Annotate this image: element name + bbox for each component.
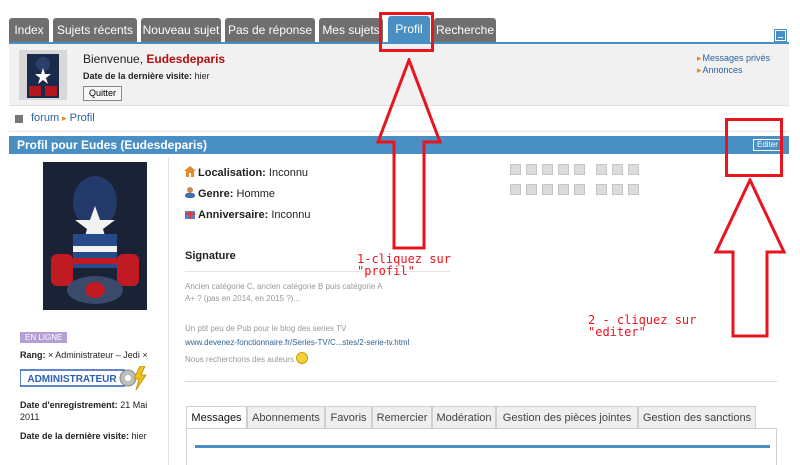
tab-panel-bar — [195, 445, 770, 448]
user-icon — [185, 187, 195, 198]
gender-value: Homme — [236, 188, 276, 200]
tab-moderation[interactable]: Modération — [432, 406, 496, 428]
tab-favorites[interactable]: Favoris — [325, 406, 372, 428]
contact-icon-4[interactable] — [558, 164, 569, 175]
gender-row: Genre: Homme — [184, 184, 311, 205]
contact-icon-10[interactable] — [526, 184, 537, 195]
signature-title: Signature — [185, 250, 236, 262]
sidebar-last-visit-value: hier — [131, 431, 147, 441]
contact-icon-7[interactable] — [612, 164, 623, 175]
signature-line-2: A+ ? (pas en 2014, en 2015 ?)... — [185, 294, 300, 303]
welcome-username[interactable]: Eudesdeparis — [146, 52, 225, 66]
announcements-link[interactable]: Annonces — [697, 64, 770, 76]
welcome-greeting: Bienvenue, Eudesdeparis — [83, 52, 225, 66]
sidebar-last-visit-label: Date de la dernière visite: — [20, 431, 130, 441]
birthday-label: Anniversaire: — [198, 209, 269, 221]
signature-line-1: Ancien catégorie C, ancien catégorie B p… — [185, 282, 383, 291]
annotation-step2: 2 - cliquez sur "editer" — [588, 313, 697, 339]
user-avatar[interactable] — [19, 50, 67, 100]
contact-icon-1[interactable] — [510, 164, 521, 175]
tab-my-topics[interactable]: Mes sujets — [319, 18, 383, 42]
contact-icon-6[interactable] — [596, 164, 607, 175]
rank-value: × Administrateur – Jedi × — [48, 350, 148, 360]
profile-avatar — [43, 162, 147, 310]
annotation-step1: 1-cliquez sur "profil" — [357, 252, 451, 278]
tab-thank[interactable]: Remercier — [372, 406, 432, 428]
contact-icon-8[interactable] — [628, 164, 639, 175]
profile-sidebar: EN LIGNE Rang: × Administrateur – Jedi ×… — [14, 158, 169, 465]
tab-search[interactable]: Recherche — [434, 18, 496, 42]
rank-label: Rang: — [20, 350, 46, 360]
gift-icon — [185, 211, 195, 219]
tab-unanswered[interactable]: Pas de réponse — [225, 18, 315, 42]
annotation-arrow-up-icon — [375, 58, 443, 250]
annotation-box-profil — [379, 12, 434, 52]
last-visit-label: Date de la dernière visite: — [83, 71, 193, 81]
contact-icon-13[interactable] — [574, 184, 585, 195]
tab-index[interactable]: Index — [9, 18, 49, 42]
tab-recent-topics[interactable]: Sujets récents — [53, 18, 137, 42]
tab-new-topic[interactable]: Nouveau sujet — [141, 18, 221, 42]
tab-attachments[interactable]: Gestion des pièces jointes — [496, 406, 638, 428]
tab-sanctions[interactable]: Gestion des sanctions — [638, 406, 756, 428]
contact-icon-2[interactable] — [526, 164, 537, 175]
contact-icon-14[interactable] — [596, 184, 607, 195]
sidebar-last-visit: Date de la dernière visite: hier — [20, 431, 147, 441]
breadcrumb-icon — [15, 115, 23, 123]
private-messages-link[interactable]: Messages privés — [697, 52, 771, 64]
contact-icon-9[interactable] — [510, 184, 521, 195]
breadcrumb-forum[interactable]: forum — [31, 112, 59, 124]
welcome-last-visit: Date de la dernière visite: hier — [83, 71, 210, 81]
profile-title: Profil pour Eudes (Eudesdeparis) — [17, 138, 208, 152]
breadcrumb-arrow-icon: ▸ — [62, 113, 67, 123]
content-divider — [185, 381, 777, 382]
quit-button[interactable]: Quitter — [83, 86, 123, 101]
breadcrumb-trail: forum ▸ Profil — [31, 112, 95, 124]
location-value: Inconnu — [268, 167, 309, 179]
reg-label: Date d'enregistrement: — [20, 400, 118, 410]
breadcrumb-profile[interactable]: Profil — [70, 112, 95, 124]
location-row: Localisation: Inconnu — [184, 163, 311, 184]
tab-panel — [186, 428, 777, 465]
registration-date: Date d'enregistrement: 21 Mai 2011 — [20, 399, 165, 423]
contact-icon-15[interactable] — [612, 184, 623, 195]
signature-line-3: Un ptit peu de Pub pour le blog des seri… — [185, 324, 347, 333]
contact-icon-16[interactable] — [628, 184, 639, 195]
contact-icon-5[interactable] — [574, 164, 585, 175]
tab-subscriptions[interactable]: Abonnements — [247, 406, 325, 428]
contact-icon-3[interactable] — [542, 164, 553, 175]
collapse-icon[interactable] — [774, 29, 787, 42]
rank-badge-text: ADMINISTRATEUR — [27, 374, 117, 385]
contact-icon-11[interactable] — [542, 184, 553, 195]
rank-badge-image: ADMINISTRATEUR — [20, 366, 147, 390]
online-badge: EN LIGNE — [20, 332, 68, 343]
contact-icon-12[interactable] — [558, 184, 569, 195]
profile-info: Localisation: Inconnu Genre: Homme Anniv… — [184, 163, 311, 226]
greeting-text: Bienvenue, — [83, 52, 147, 66]
tab-messages[interactable]: Messages — [186, 406, 247, 429]
signature-last-text: Nous recherchons des auteurs — [185, 355, 294, 364]
user-links: Messages privés Annonces — [697, 52, 771, 76]
signature-link[interactable]: www.devenez-fonctionnaire.fr/Series-TV/C… — [185, 337, 409, 348]
smiley-icon — [295, 352, 308, 364]
gender-label: Genre: — [198, 188, 234, 200]
birthday-value: Inconnu — [271, 209, 311, 221]
signature-line-4: Nous recherchons des auteurs — [185, 352, 308, 365]
birthday-row: Anniversaire: Inconnu — [184, 205, 311, 226]
annotation-box-editer — [725, 118, 783, 177]
home-icon — [184, 166, 196, 177]
rank: Rang: × Administrateur – Jedi × — [20, 350, 148, 360]
annotation-arrow-up-2-icon — [713, 178, 787, 338]
location-label: Localisation: — [198, 167, 266, 179]
last-visit-value: hier — [194, 71, 210, 81]
